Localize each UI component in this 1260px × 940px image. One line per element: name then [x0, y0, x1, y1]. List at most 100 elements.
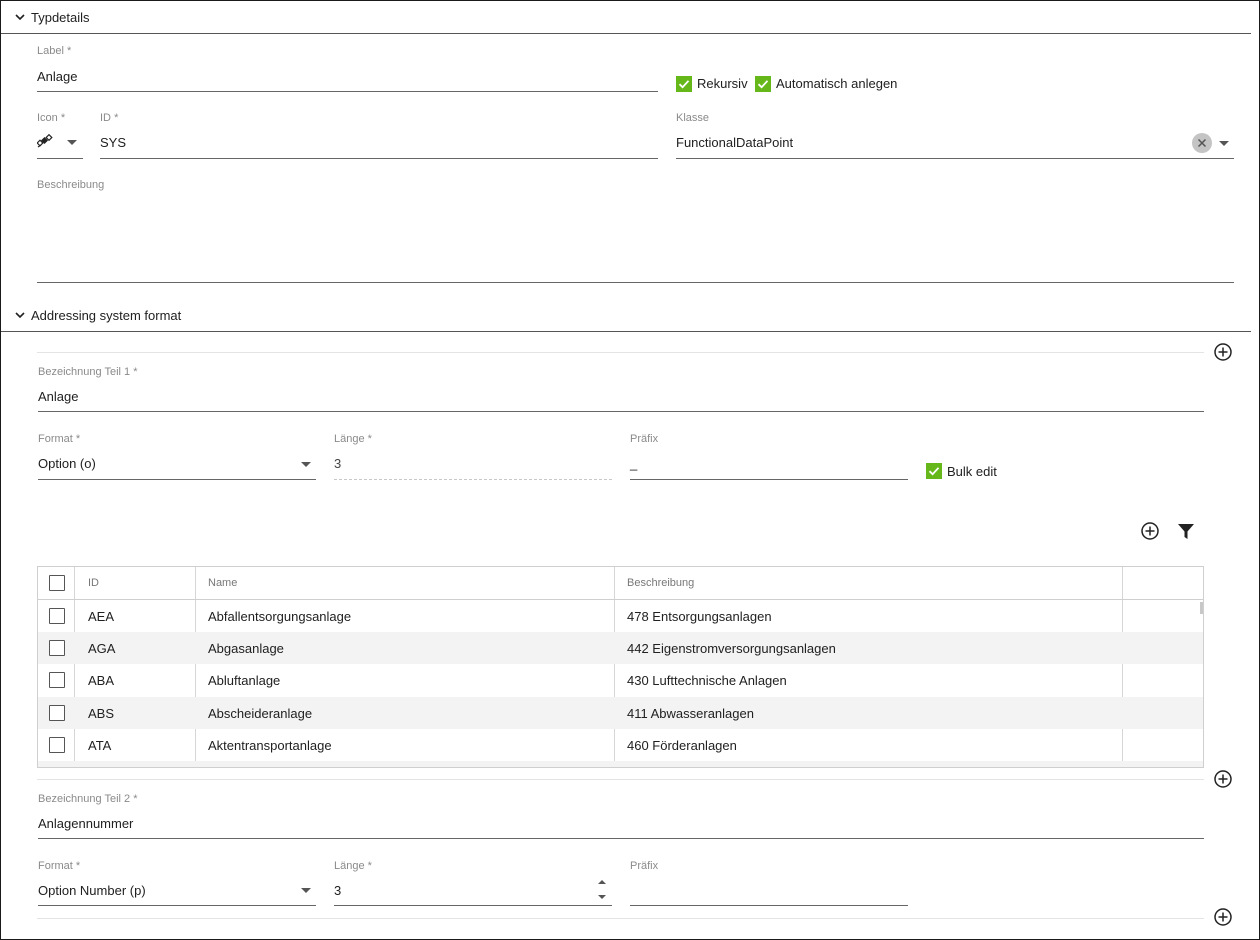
stepper-down-icon[interactable] [595, 891, 609, 903]
bulk-edit-checkbox[interactable] [926, 463, 942, 479]
bezeichnung1-input[interactable]: Anlage [38, 389, 1198, 404]
column-header-beschreibung[interactable]: Beschreibung [627, 567, 694, 599]
typdetails-header[interactable]: Typdetails [1, 1, 1251, 34]
cell-beschreibung: 460 Förderanlagen [627, 737, 737, 753]
rekursiv-checkbox[interactable] [676, 76, 692, 92]
cell-name: Abfallentsorgungsanlage [208, 608, 352, 624]
icon-select[interactable] [37, 132, 83, 152]
bezeichnung2-input[interactable]: Anlagennummer [38, 816, 1198, 831]
id-input[interactable]: SYS [100, 135, 655, 150]
add-circle-icon[interactable] [1213, 769, 1233, 789]
add-circle-icon[interactable] [1213, 907, 1233, 927]
required-mark: * [133, 366, 138, 378]
cell-beschreibung: 430 Lufttechnische Anlagen [627, 672, 787, 688]
row-checkbox[interactable] [49, 672, 65, 688]
label-field-label: Label * [37, 45, 71, 57]
row-checkbox[interactable] [49, 608, 65, 624]
chevron-down-icon [15, 312, 25, 319]
required-mark: * [75, 860, 81, 872]
check-icon [928, 467, 940, 476]
required-mark: * [367, 433, 372, 445]
cell-id: ABS [88, 705, 115, 721]
part-divider [37, 352, 1204, 353]
addressing-title: Addressing system format [31, 307, 182, 323]
table-row[interactable]: ATA Aktentransportanlage 460 Förderanlag… [38, 729, 1203, 761]
table-header: ID Name Beschreibung [38, 567, 1203, 600]
laenge2-stepper[interactable] [595, 876, 609, 904]
required-mark: * [133, 793, 138, 805]
clear-klasse-button[interactable] [1192, 133, 1212, 153]
praefix1-input[interactable]: _ [630, 456, 900, 471]
icon-field-label: Icon * [37, 112, 65, 124]
row-checkbox[interactable] [49, 640, 65, 656]
table-row[interactable]: AGA Abgasanlage 442 Eigenstromversorgung… [38, 632, 1203, 664]
format1-select[interactable]: Option (o) [38, 456, 288, 471]
required-mark: * [66, 45, 72, 57]
check-icon [678, 80, 690, 89]
format2-label: Format * [38, 860, 80, 872]
row-checkbox-cell [49, 697, 65, 729]
bezeichnung2-label-text: Bezeichnung Teil 2 [38, 793, 131, 805]
label-input[interactable]: Anlage [37, 69, 657, 84]
row-checkbox-cell [49, 600, 65, 632]
cell-beschreibung: 411 Abwasseranlagen [627, 705, 754, 721]
laenge2-label: Länge * [334, 860, 372, 872]
row-checkbox[interactable] [49, 737, 65, 753]
format1-dropdown-arrow-icon[interactable] [301, 462, 311, 467]
format2-dropdown-arrow-icon[interactable] [301, 888, 311, 893]
add-row-icon[interactable] [1140, 521, 1160, 541]
praefix2-label: Präfix [630, 860, 659, 872]
table-row[interactable]: ABS Abscheideranlage 411 Abwasseranlagen [38, 697, 1203, 729]
filter-icon[interactable] [1176, 522, 1196, 542]
cell-id: ATA [88, 737, 112, 753]
required-mark: * [114, 112, 119, 124]
table-row[interactable]: AEA Abfallentsorgungsanlage 478 Entsorgu… [38, 600, 1203, 632]
table-row[interactable]: ABA Abluftanlage 430 Lufttechnische Anla… [38, 664, 1203, 696]
bezeichnung1-label-text: Bezeichnung Teil 1 [38, 366, 131, 378]
beschreibung-textarea[interactable] [37, 201, 1233, 277]
stepper-up-icon[interactable] [595, 876, 609, 888]
laenge1-label-text: Länge [334, 433, 365, 445]
praefix1-label: Präfix [630, 433, 659, 445]
format2-label-text: Format [38, 860, 73, 872]
cell-id: AGA [88, 640, 116, 656]
bulk-edit-label[interactable]: Bulk edit [947, 464, 997, 479]
icon-field-label-text: Icon [37, 112, 58, 124]
bezeichnung2-underline [38, 838, 1204, 839]
select-all-checkbox-cell [49, 567, 65, 599]
column-header-name[interactable]: Name [208, 567, 237, 599]
klasse-select-underline [676, 158, 1234, 159]
cell-name: Abscheideranlage [208, 705, 313, 721]
beschreibung-underline [37, 282, 1234, 283]
klasse-select[interactable]: FunctionalDataPoint [676, 135, 1176, 150]
required-mark: * [60, 112, 66, 124]
cell-id: ABA [88, 672, 115, 688]
typdetails-title: Typdetails [31, 9, 90, 25]
auto-anlegen-label[interactable]: Automatisch anlegen [776, 76, 897, 91]
table-scrollbar[interactable] [1200, 602, 1203, 614]
format1-label: Format * [38, 433, 80, 445]
id-input-underline [100, 158, 658, 159]
column-header-id[interactable]: ID [88, 567, 99, 599]
auto-anlegen-checkbox[interactable] [755, 76, 771, 92]
id-field-label-text: ID [100, 112, 111, 124]
select-all-checkbox[interactable] [49, 575, 65, 591]
app-window: Typdetails Label * Anlage Rekursiv Autom… [0, 0, 1260, 940]
klasse-dropdown-arrow-icon[interactable] [1219, 141, 1229, 146]
laenge2-underline [334, 905, 612, 906]
format2-select[interactable]: Option Number (p) [38, 883, 288, 898]
format2-underline [38, 905, 316, 906]
add-circle-icon[interactable] [1213, 342, 1233, 362]
options-table: ID Name Beschreibung AEA Abfallentsorgun… [37, 566, 1204, 768]
bezeichnung1-label: Bezeichnung Teil 1 * [38, 366, 138, 378]
part-divider [37, 918, 1204, 919]
laenge1-label: Länge * [334, 433, 372, 445]
beschreibung-field-label: Beschreibung [37, 179, 105, 191]
row-checkbox[interactable] [49, 705, 65, 721]
rekursiv-label[interactable]: Rekursiv [697, 76, 748, 91]
addressing-header[interactable]: Addressing system format [1, 299, 1251, 332]
chevron-down-icon [15, 14, 25, 21]
bezeichnung1-underline [38, 411, 1204, 412]
laenge2-input[interactable]: 3 [334, 883, 574, 898]
laenge1-underline [334, 479, 612, 480]
